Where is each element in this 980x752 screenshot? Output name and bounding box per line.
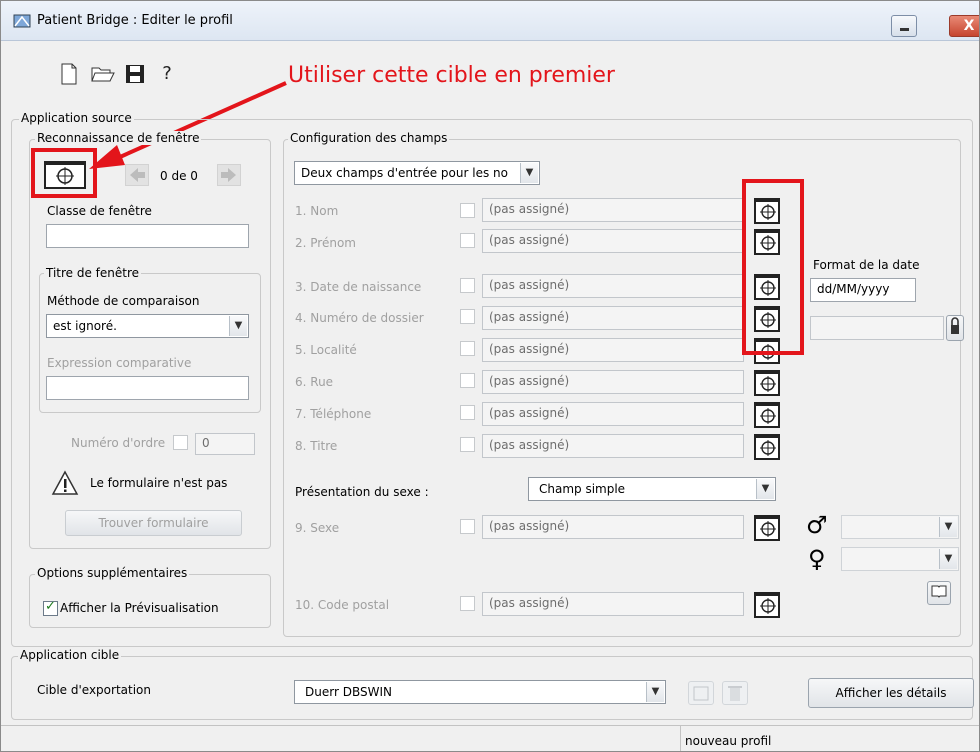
export-settings-icon[interactable] [688, 681, 714, 705]
order-number-spinner[interactable]: 0 [195, 433, 255, 455]
field-target-code-postal[interactable] [754, 592, 780, 618]
show-details-button[interactable]: Afficher les détails [808, 678, 974, 708]
date-format-label: Format de la date [813, 258, 920, 272]
fields-config-legend: Configuration des champs [288, 131, 450, 145]
book-icon[interactable] [927, 581, 951, 605]
field-input-nom[interactable]: (pas assigné) [482, 198, 744, 222]
field-input-titre[interactable]: (pas assigné) [482, 434, 744, 458]
new-file-icon[interactable] [57, 63, 81, 87]
window-class-input[interactable] [46, 224, 249, 248]
status-bar: nouveau profil [1, 725, 979, 751]
comparison-method-label: Méthode de comparaison [47, 294, 200, 308]
field-label-telephone: 7. Téléphone [295, 407, 372, 421]
field-checkbox-code-postal[interactable] [460, 596, 475, 611]
field-label-sexe: 9. Sexe [295, 521, 340, 535]
field-checkbox-localite[interactable] [460, 341, 475, 356]
previous-arrow-icon[interactable] [125, 164, 149, 186]
date-format-input[interactable]: dd/MM/yyyy [810, 278, 916, 302]
minimize-button[interactable] [891, 15, 917, 37]
title-bar: Patient Bridge : Editer le profil X [1, 1, 979, 41]
order-number-value: 0 [202, 436, 210, 450]
find-form-button[interactable]: Trouver formulaire [65, 510, 242, 536]
chevron-down-icon[interactable]: ▼ [939, 517, 957, 537]
next-arrow-icon[interactable] [217, 164, 241, 186]
name-mode-select[interactable]: Deux champs d'entrée pour les no ▼ [294, 161, 540, 185]
sex-presentation-select[interactable]: Champ simple ▼ [528, 477, 776, 501]
field-target-titre[interactable] [754, 434, 780, 460]
app-icon [13, 14, 31, 28]
recognition-legend: Reconnaissance de fenêtre [35, 131, 202, 145]
field-label-nom: 1. Nom [295, 204, 339, 218]
order-number-label: Numéro d'ordre [71, 436, 166, 450]
options-legend: Options supplémentaires [35, 566, 190, 580]
field-checkbox-date-naissance[interactable] [460, 278, 475, 293]
field-input-code-postal[interactable]: (pas assigné) [482, 592, 744, 616]
comparison-method-select[interactable]: est ignoré. ▼ [46, 314, 249, 338]
warning-text: Le formulaire n'est pas [90, 476, 228, 490]
field-checkbox-rue[interactable] [460, 373, 475, 388]
field-label-code-postal: 10. Code postal [295, 598, 390, 612]
field-label-rue: 6. Rue [295, 375, 334, 389]
status-divider [680, 726, 681, 751]
field-checkbox-prenom[interactable] [460, 233, 475, 248]
annotation-highlight-box [31, 148, 97, 198]
male-icon: ♂ [806, 511, 828, 539]
field-input-date-naissance[interactable]: (pas assigné) [482, 274, 744, 298]
field-label-date-naissance: 3. Date de naissance [295, 280, 422, 294]
field-label-titre: 8. Titre [295, 439, 338, 453]
chevron-down-icon[interactable]: ▼ [756, 479, 774, 499]
field-input-rue[interactable]: (pas assigné) [482, 370, 744, 394]
field-checkbox-numero-dossier[interactable] [460, 309, 475, 324]
field-target-telephone[interactable] [754, 402, 780, 428]
female-icon: ♀ [808, 545, 826, 573]
field-checkbox-sexe[interactable] [460, 519, 475, 534]
preview-label: Afficher la Prévisualisation [60, 601, 219, 615]
male-value-select[interactable]: ▼ [841, 515, 959, 539]
field-target-rue[interactable] [754, 370, 780, 396]
export-target-select[interactable]: Duerr DBSWIN ▼ [294, 680, 666, 704]
window-title-legend: Titre de fenêtre [44, 266, 142, 280]
app-window: Patient Bridge : Editer le profil X ? Ut… [0, 0, 980, 752]
chevron-down-icon[interactable]: ▼ [646, 682, 664, 702]
field-label-numero-dossier: 4. Numéro de dossier [295, 311, 424, 325]
chevron-down-icon[interactable]: ▼ [520, 163, 538, 183]
close-button[interactable]: X [949, 15, 979, 37]
window-title: Patient Bridge : Editer le profil [37, 13, 233, 28]
annotation-targets-box [742, 179, 804, 355]
lock-icon[interactable] [946, 315, 964, 341]
warning-icon [51, 470, 79, 499]
sex-presentation-value: Champ simple [539, 482, 626, 496]
target-app-legend: Application cible [18, 648, 122, 662]
name-mode-value: Deux champs d'entrée pour les no [301, 166, 508, 180]
field-label-prenom: 2. Prénom [295, 236, 356, 250]
field-input-localite[interactable]: (pas assigné) [482, 338, 744, 362]
source-app-legend: Application source [19, 111, 134, 125]
window-class-label: Classe de fenêtre [47, 204, 152, 218]
female-value-select[interactable]: ▼ [841, 547, 959, 571]
field-checkbox-titre[interactable] [460, 437, 475, 452]
expression-label: Expression comparative [47, 356, 192, 370]
status-profile: nouveau profil [685, 734, 772, 748]
window-counter: 0 de 0 [160, 169, 198, 183]
annotation-text: Utiliser cette cible en premier [288, 63, 615, 88]
export-target-label: Cible d'exportation [37, 683, 151, 697]
date-preview-field [810, 316, 944, 340]
field-target-sexe[interactable] [754, 515, 780, 541]
order-number-checkbox[interactable] [173, 435, 188, 450]
field-input-prenom[interactable]: (pas assigné) [482, 229, 744, 253]
expression-input[interactable] [46, 376, 249, 400]
preview-checkbox[interactable] [43, 599, 58, 616]
delete-icon[interactable] [722, 681, 748, 705]
field-checkbox-telephone[interactable] [460, 405, 475, 420]
chevron-down-icon[interactable]: ▼ [229, 316, 247, 336]
export-target-value: Duerr DBSWIN [305, 685, 392, 699]
chevron-down-icon[interactable]: ▼ [939, 549, 957, 569]
field-input-sexe[interactable]: (pas assigné) [482, 515, 744, 539]
field-input-telephone[interactable]: (pas assigné) [482, 402, 744, 426]
field-input-numero-dossier[interactable]: (pas assigné) [482, 306, 744, 330]
comparison-method-value: est ignoré. [53, 319, 117, 333]
sex-presentation-label: Présentation du sexe : [295, 485, 429, 499]
field-label-localite: 5. Localité [295, 343, 357, 357]
field-checkbox-nom[interactable] [460, 203, 475, 218]
